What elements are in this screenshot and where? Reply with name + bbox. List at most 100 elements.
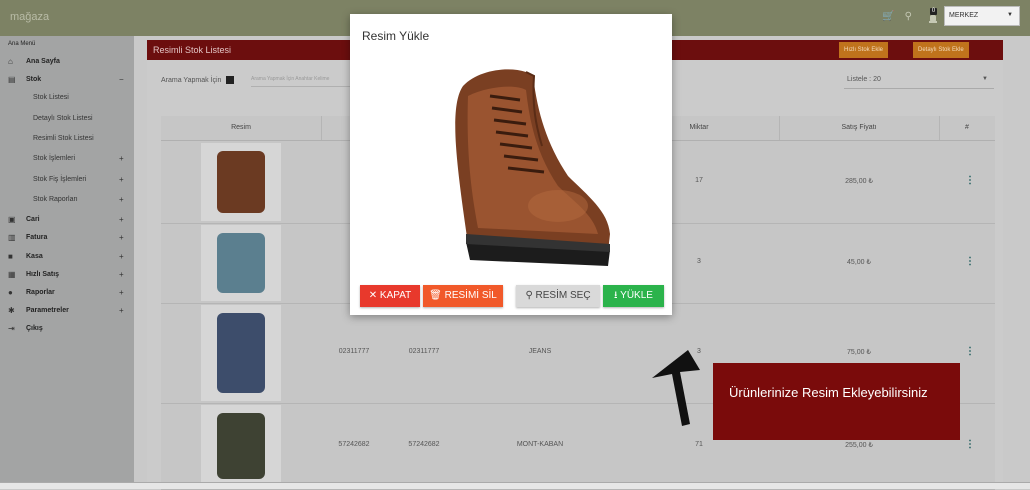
boot-image-preview [455,69,610,266]
choose-image-button[interactable]: ⚲ RESİM SEÇ [516,285,600,307]
list-size-select[interactable]: Listele : 20 [847,76,881,83]
sidebar-item[interactable]: ▥ Fatura + [0,230,134,248]
sidebar-item-label: Raporlar [26,289,55,296]
detailed-add-stock-button[interactable]: Detaylı Stok Ekle [913,42,969,58]
shirt-image [217,233,265,293]
product-thumbnail[interactable] [201,305,281,401]
home-icon: ⌂ [8,57,13,66]
sidebar-item[interactable]: Detaylı Stok Listesi [0,111,134,129]
row-menu-icon[interactable]: ⋮ [965,175,975,186]
sidebar-item[interactable]: ■ Kasa + [0,249,134,267]
sidebar-item-label: Parametreler [26,307,69,315]
sidebar-item[interactable]: Stok İşlemleri + [0,151,134,169]
cell-code1: 57242682 [338,441,370,448]
barcode-icon[interactable] [226,76,235,84]
boot-image [217,151,265,213]
invoice-icon: ▥ [8,233,16,243]
sidebar-item-label: Hızlı Satış [26,270,60,278]
expand-icon[interactable]: + [119,215,124,224]
collapse-icon[interactable]: − [119,75,124,84]
jeans-image [217,313,265,393]
sidebar-item-label: Stok Fiş İşlemleri [33,175,87,183]
column-header: Resim [161,116,322,140]
sidebar-item[interactable]: ⌂ Ana Sayfa [0,54,134,72]
upload-button[interactable]: ⭳ YÜKLE [603,285,664,307]
product-thumbnail[interactable] [201,143,281,221]
sidebar-item[interactable]: ▤ Stok − [0,72,134,90]
sidebar-item-label: Stok Raporları [33,195,78,203]
sidebar-item-label: Çıkış [26,325,43,333]
stock-icon: ▤ [8,75,16,85]
expand-icon[interactable]: + [119,154,124,163]
close-button[interactable]: ✕ KAPAT [360,285,420,307]
reports-icon: ● [8,288,13,297]
expand-icon[interactable]: + [119,288,124,297]
sidebar-item[interactable]: ✱ Parametreler + [0,303,134,321]
sidebar-item-label: Stok Listesi [33,94,69,102]
notification-bell[interactable]: 0 [926,8,940,24]
cell-qty: 71 [695,441,703,448]
quick-add-stock-button[interactable]: Hızlı Stok Ekle [839,42,889,58]
sidebar-item-label: Ana Sayfa [26,58,60,65]
sidebar-title: Ana Menü [8,41,36,47]
column-header: # [965,124,969,131]
row-menu-icon[interactable]: ⋮ [965,439,975,450]
cell-name: MONT-KABAN [516,441,564,448]
expand-icon[interactable]: + [119,233,124,242]
contact-icon: ▣ [8,215,16,225]
sidebar-item[interactable]: ⇥ Çıkış [0,321,134,339]
cell-price: 45,00 ₺ [847,259,871,266]
sidebar-item-label: Stok İşlemleri [33,155,76,163]
expand-icon[interactable]: + [119,252,124,261]
sidebar-item-label: Stok [26,76,42,84]
cell-code1: 02311777 [338,348,370,355]
sidebar-item[interactable]: ● Raporlar + [0,285,134,303]
chevron-down-icon: ▼ [982,76,988,82]
sidebar-item[interactable]: Stok Listesi [0,90,134,108]
settings-icon: ✱ [8,306,15,316]
expand-icon[interactable]: + [119,175,124,184]
branch-value: MERKEZ [949,12,979,19]
product-thumbnail[interactable] [201,405,281,487]
cell-price: 285,00 ₺ [845,178,873,185]
cell-name: JEANS [528,348,552,355]
sidebar-item[interactable]: ▣ Cari + [0,212,134,230]
sidebar-item-label: Fatura [26,234,48,242]
expand-icon[interactable]: + [119,306,124,315]
app-logo[interactable]: mağaza [10,11,49,23]
chevron-down-icon: ▼ [1007,12,1013,18]
search-label: Arama Yapmak İçin [161,76,235,84]
sidebar-item[interactable]: Stok Fiş İşlemleri + [0,172,134,190]
sidebar-item-label: Detaylı Stok Listesi [33,114,93,122]
pointer-arrow [652,350,700,426]
cash-icon: ■ [8,251,13,261]
modal-title: Resim Yükle [362,29,430,43]
callout-text: Ürünlerinize Resim Ekleyebilirsiniz [729,385,928,400]
list-size-underline [844,88,994,89]
sidebar-item[interactable]: Resimli Stok Listesi [0,131,134,149]
search-input[interactable]: Arama Yapmak İçin Anahtar Kelime [251,72,355,87]
cell-code2: 02311777 [408,348,440,355]
logout-icon: ⇥ [8,324,15,334]
search-icon[interactable]: ⚲ [905,11,912,22]
sidebar-item-label: Resimli Stok Listesi [33,135,94,142]
expand-icon[interactable]: + [119,195,124,204]
bell-icon [929,15,937,23]
upload-image-modal: Resim Yükle ✕ KAPAT 🗑 RESİMİ SİL ⚲ RESİM… [350,14,672,315]
delete-image-button[interactable]: 🗑 RESİMİ SİL [423,285,503,307]
product-thumbnail[interactable] [201,225,281,301]
cell-price: 255,00 ₺ [845,442,873,449]
quick-sale-icon: ▦ [8,269,16,279]
row-menu-icon[interactable]: ⋮ [965,256,975,267]
sidebar-item[interactable]: ▦ Hızlı Satış + [0,267,134,285]
search-label-text: Arama Yapmak İçin [161,76,222,84]
sidebar-item[interactable]: Stok Raporları + [0,192,134,210]
top-icons: 🛒 ⚲ [882,11,912,22]
sidebar-item-label: Cari [26,216,40,224]
branch-select[interactable]: MERKEZ ▼ [944,6,1020,26]
cart-icon[interactable]: 🛒 [882,11,894,22]
column-header: Satış Fiyatı [779,116,940,140]
row-menu-icon[interactable]: ⋮ [965,346,975,357]
expand-icon[interactable]: + [119,270,124,279]
sidebar-item-label: Kasa [26,252,43,260]
